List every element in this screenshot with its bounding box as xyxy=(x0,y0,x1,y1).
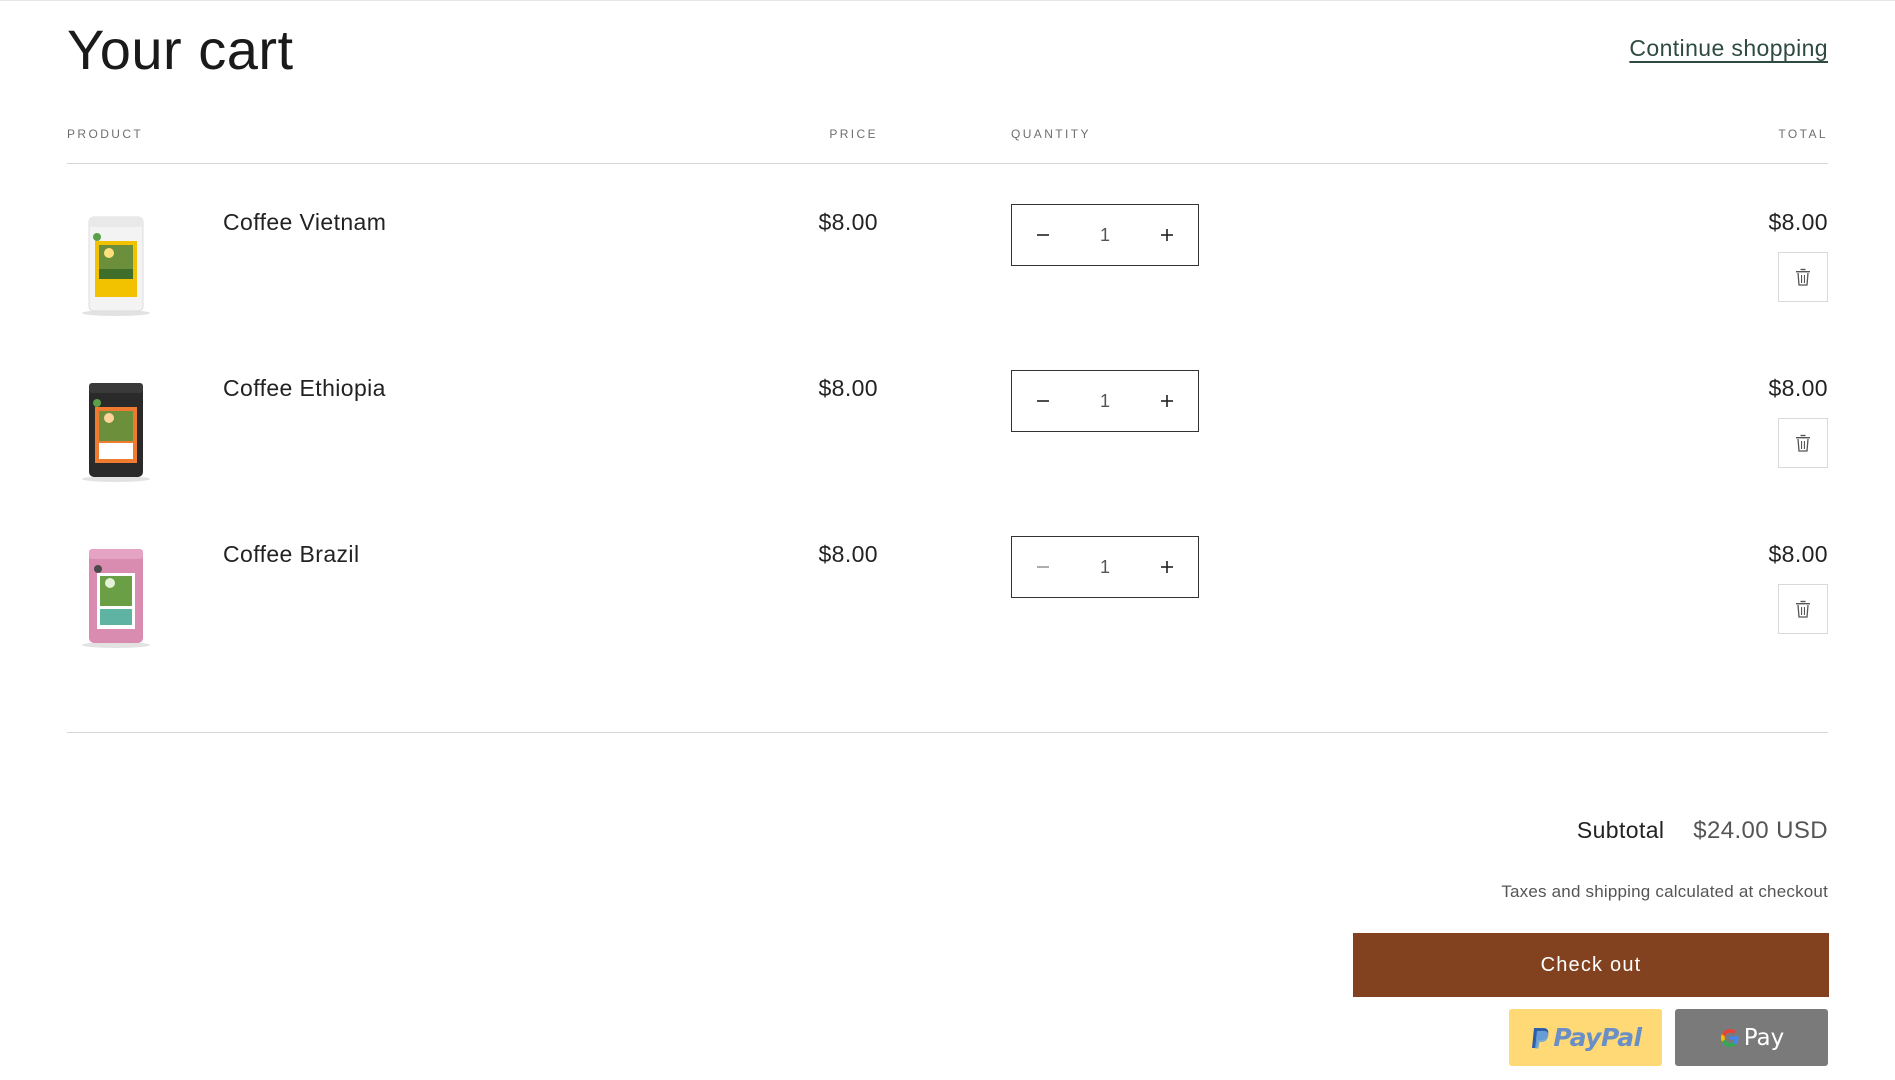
item-name[interactable]: Coffee Vietnam xyxy=(223,209,386,236)
decrease-quantity-button[interactable] xyxy=(1012,371,1074,431)
coffee-vietnam-image[interactable] xyxy=(67,213,165,317)
coffee-ethiopia-image[interactable] xyxy=(67,379,165,483)
remove-item-button[interactable] xyxy=(1778,418,1828,468)
quantity-stepper: 1 xyxy=(1011,536,1199,598)
item-name[interactable]: Coffee Ethiopia xyxy=(223,375,386,402)
cart-container: Your cart Continue shopping PRODUCT PRIC… xyxy=(67,1,1828,733)
continue-shopping-link[interactable]: Continue shopping xyxy=(1629,35,1828,62)
paypal-label: PayPal xyxy=(1553,1023,1642,1052)
plus-icon xyxy=(1161,395,1173,407)
decrease-quantity-button[interactable] xyxy=(1012,205,1074,265)
subtotal-label: Subtotal xyxy=(1576,817,1665,843)
column-header-quantity: QUANTITY xyxy=(1011,127,1091,141)
minus-icon xyxy=(1037,566,1049,568)
paypal-button[interactable]: PayPal xyxy=(1509,1009,1662,1066)
increase-quantity-button[interactable] xyxy=(1136,205,1198,265)
increase-quantity-button[interactable] xyxy=(1136,537,1198,597)
google-g-icon xyxy=(1720,1028,1739,1047)
page-title: Your cart xyxy=(67,18,294,81)
google-pay-label: Pay xyxy=(1743,1024,1785,1051)
remove-item-button[interactable] xyxy=(1778,584,1828,634)
title-row: Your cart Continue shopping xyxy=(67,1,1828,111)
paypal-logo-icon xyxy=(1532,1027,1549,1048)
cart-page: Your cart Continue shopping PRODUCT PRIC… xyxy=(0,0,1895,1080)
item-price: $8.00 xyxy=(818,541,878,567)
item-price: $8.00 xyxy=(818,375,878,401)
cart-summary: Subtotal $24.00 USD Taxes and shipping c… xyxy=(1348,817,1828,901)
minus-icon xyxy=(1037,400,1049,402)
column-header-total: TOTAL xyxy=(1778,127,1828,141)
increase-quantity-button[interactable] xyxy=(1136,371,1198,431)
google-pay-button[interactable]: Pay xyxy=(1675,1009,1828,1066)
minus-icon xyxy=(1037,234,1049,236)
checkout-button[interactable]: Check out xyxy=(1353,933,1829,997)
item-total: $8.00 xyxy=(1768,375,1828,401)
quantity-input[interactable]: 1 xyxy=(1074,391,1136,412)
subtotal-row: Subtotal $24.00 USD xyxy=(1348,817,1828,845)
item-total: $8.00 xyxy=(1768,541,1828,567)
item-price: $8.00 xyxy=(818,209,878,235)
quantity-input[interactable]: 1 xyxy=(1074,557,1136,578)
cart-table-header: PRODUCT PRICE QUANTITY TOTAL xyxy=(67,111,1828,164)
quantity-stepper: 1 xyxy=(1011,204,1199,266)
column-header-product: PRODUCT xyxy=(67,127,144,141)
trash-icon xyxy=(1796,600,1810,618)
column-header-price: PRICE xyxy=(829,127,878,141)
coffee-brazil-image[interactable] xyxy=(67,545,165,649)
trash-icon xyxy=(1796,268,1810,286)
cart-item: Coffee Ethiopia $8.00 1 $8.00 xyxy=(67,365,1828,531)
trash-icon xyxy=(1796,434,1810,452)
tax-note: Taxes and shipping calculated at checkou… xyxy=(1501,882,1828,901)
cart-item: Coffee Brazil $8.00 1 $8.00 xyxy=(67,531,1828,697)
plus-icon xyxy=(1161,561,1173,573)
remove-item-button[interactable] xyxy=(1778,252,1828,302)
item-name[interactable]: Coffee Brazil xyxy=(223,541,359,568)
subtotal-value: $24.00 USD xyxy=(1693,817,1828,844)
decrease-quantity-button[interactable] xyxy=(1012,537,1074,597)
cart-items: Coffee Vietnam $8.00 1 $8.00 Coffee Ethi… xyxy=(67,164,1828,733)
cart-item: Coffee Vietnam $8.00 1 $8.00 xyxy=(67,199,1828,365)
quantity-stepper: 1 xyxy=(1011,370,1199,432)
quantity-input[interactable]: 1 xyxy=(1074,225,1136,246)
item-total: $8.00 xyxy=(1768,209,1828,235)
plus-icon xyxy=(1161,229,1173,241)
